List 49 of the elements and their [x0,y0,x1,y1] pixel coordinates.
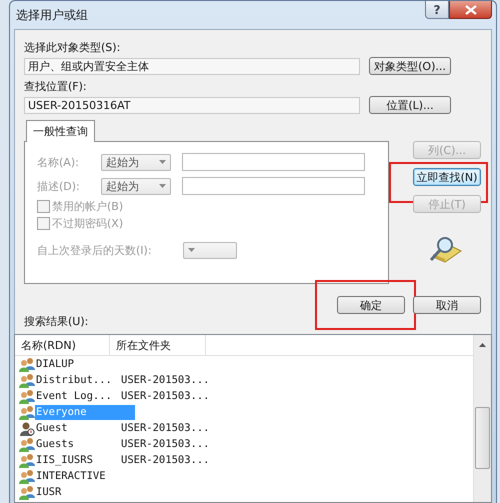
group-icon [19,452,35,468]
list-item[interactable]: Guests [35,436,121,452]
table-cell: USER-201503... [121,422,210,434]
column-header[interactable]: 所在文件夹 [110,335,206,355]
group-icon [19,356,35,372]
field-label: 选择此对象类型(S): [24,40,122,55]
scroll-thumb[interactable] [475,407,490,469]
button[interactable]: 确定 [337,296,405,314]
checkbox-label: 不过期密码(X) [52,216,124,231]
caret-icon [159,160,166,164]
table-cell: USER-201503... [121,374,210,386]
button[interactable]: 位置(L)... [369,96,451,114]
list-item[interactable]: IUSR [35,484,121,500]
section-label: 搜索结果(U): [24,314,90,330]
group-icon [19,484,35,500]
group-icon [19,388,35,404]
tab[interactable]: 一般性查询 [26,120,95,142]
list-item[interactable]: INTERACTIVE [35,468,121,484]
scrollbar[interactable] [473,335,491,502]
user-icon [19,420,35,436]
close-icon [464,4,476,14]
list-item[interactable]: IIS_IUSRS [35,452,121,468]
button[interactable]: 取消 [413,296,481,314]
table-cell: USER-201503... [121,438,210,450]
table-cell: USER-201503... [121,454,210,466]
group-icon [19,436,35,452]
field-label: 查找位置(F): [24,79,88,94]
button[interactable]: 立即查找(N) [413,168,481,186]
search-icon [427,235,463,263]
list-item[interactable]: Event Log... [35,388,121,404]
button[interactable]: 对象类型(O)... [369,57,451,75]
list-item[interactable]: DIALUP [35,356,121,372]
list-item[interactable]: Guest [35,420,121,436]
scroll-up-icon [479,343,486,347]
list-item[interactable]: Distribut... [35,372,121,388]
field-label: 描述(D): [37,178,81,194]
group-icon [19,468,35,484]
caret-icon [188,248,195,252]
help-button[interactable]: ? [425,1,449,19]
checkbox-label: 禁用的帐户(B) [52,199,124,214]
window-title: 选择用户或组 [15,6,88,24]
group-icon [19,404,35,420]
field-label: 自上次登录后的天数(I): [37,242,153,258]
column-header[interactable]: 名称(RDN) [15,335,110,355]
caret-icon [159,184,166,188]
group-icon [19,372,35,388]
field-label: 名称(A): [37,154,80,170]
table-cell: USER-201503... [121,390,210,402]
close-button[interactable] [449,1,492,19]
